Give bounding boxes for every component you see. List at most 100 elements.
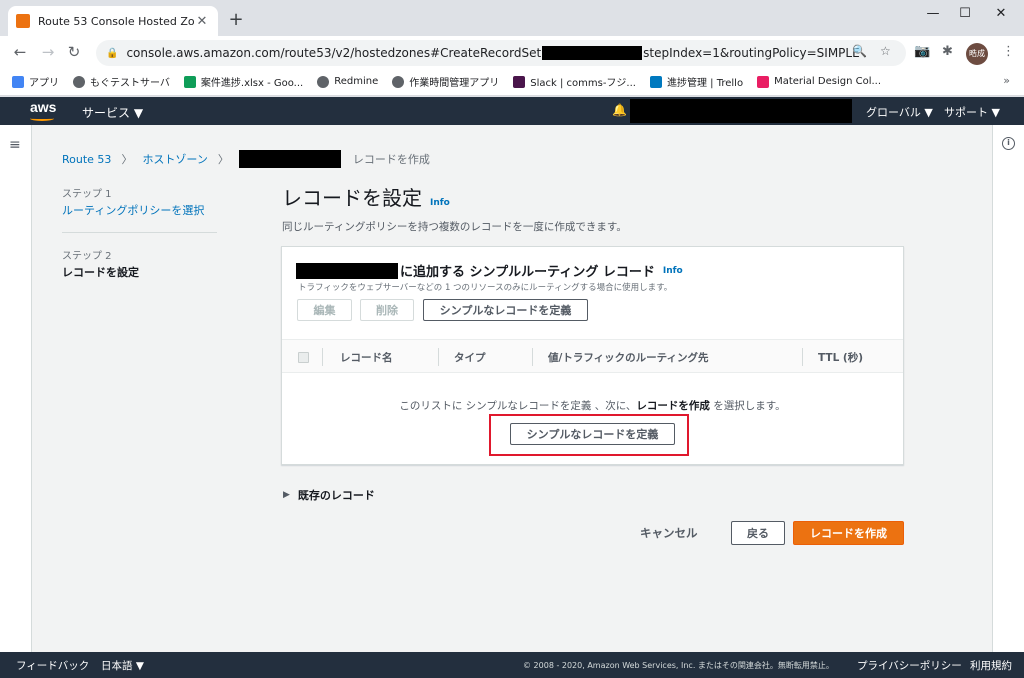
globe-icon [317, 75, 330, 88]
right-help-rail: i [992, 125, 1024, 652]
bookmark-item[interactable]: もぐテストサーバ [73, 74, 170, 89]
address-bar[interactable]: 🔒 console.aws.amazon.com/route53/v2/host… [96, 40, 906, 66]
define-simple-record-center-button[interactable]: シンプルなレコードを定義 [510, 423, 675, 445]
info-icon[interactable]: i [1002, 137, 1015, 150]
console-page: ≡ i Route 53 〉 ホストゾーン 〉 レコードを作成 ステップ 1 ル… [0, 125, 1024, 652]
step-1-link[interactable]: ルーティングポリシーを選択 [62, 202, 222, 218]
column-divider [322, 348, 323, 366]
reload-icon[interactable]: ↻ [64, 42, 84, 62]
existing-records-label: 既存のレコード [297, 489, 375, 502]
bell-icon[interactable]: 🔔 [612, 103, 627, 117]
step-2-number: ステップ 2 [62, 251, 112, 262]
column-ttl[interactable]: TTL (秒) [818, 350, 863, 365]
card-title: に追加する シンプルルーティング レコード Info [296, 261, 683, 280]
star-icon[interactable]: ☆ [880, 44, 891, 58]
breadcrumb: Route 53 〉 ホストゾーン 〉 レコードを作成 [62, 150, 430, 168]
region-menu[interactable]: グローバル ▼ [866, 104, 933, 120]
step-2-current: レコードを設定 [62, 266, 139, 279]
material-icon [757, 75, 770, 88]
forward-icon[interactable]: → [38, 42, 58, 62]
lock-icon: 🔒 [106, 47, 119, 59]
browser-toolbar: ← → ↻ 🔒 console.aws.amazon.com/route53/v… [0, 36, 1024, 68]
bookmark-item[interactable]: Slack | comms-フジ... [513, 74, 636, 89]
console-footer: フィードバック 日本語 ▼ © 2008 - 2020, Amazon Web … [0, 652, 1024, 678]
browser-tabstrip: Route 53 Console Hosted Zones ✕ + — ☐ ✕ [0, 0, 1024, 36]
column-divider [438, 348, 439, 366]
bookmark-item[interactable]: 案件進捗.xlsx - Goo... [183, 74, 303, 89]
redacted-account[interactable] [630, 99, 852, 123]
menu-dots-icon[interactable]: ⋮ [1002, 44, 1015, 59]
chevron-right-icon: 〉 [121, 153, 133, 166]
slack-icon [513, 75, 526, 88]
cancel-button[interactable]: キャンセル [640, 521, 698, 545]
aws-logo[interactable]: aws [30, 99, 56, 115]
redacted-zone-name [296, 262, 398, 279]
card-info-link[interactable]: Info [663, 266, 683, 276]
breadcrumb-current: レコードを作成 [352, 153, 430, 166]
empty-list-message: このリストに シンプルなレコードを定義 、次に、レコードを作成 を選択します。 [399, 400, 786, 412]
delete-button[interactable]: 削除 [360, 299, 414, 321]
close-window-button[interactable]: ✕ [986, 4, 1016, 24]
aws-top-nav: aws サービス ▼ 🔔 グローバル ▼ サポート ▼ [0, 97, 1024, 125]
records-card: に追加する シンプルルーティング レコード Info トラフィックをウェブサーバ… [281, 246, 904, 465]
breadcrumb-redacted-zone[interactable] [238, 150, 341, 168]
bookmark-item[interactable]: Redmine [317, 75, 378, 88]
column-record-name[interactable]: レコード名 [340, 350, 393, 365]
chevron-right-icon: 〉 [217, 153, 229, 166]
tab-title: Route 53 Console Hosted Zones [38, 14, 194, 28]
card-subtitle: トラフィックをウェブサーバーなどの 1 つのリソースのみにルーティングする場合に… [298, 283, 673, 293]
support-menu[interactable]: サポート ▼ [944, 104, 1000, 120]
new-tab-button[interactable]: + [226, 10, 246, 30]
define-simple-record-button[interactable]: シンプルなレコードを定義 [423, 299, 588, 321]
edit-button[interactable]: 編集 [297, 299, 352, 321]
terms-link[interactable]: 利用規約 [970, 658, 1012, 673]
column-value[interactable]: 値/トラフィックのルーティング先 [548, 350, 709, 365]
page-description: 同じルーティングポリシーを持つ複数のレコードを一度に作成できます。 [282, 221, 627, 233]
url-text: console.aws.amazon.com/route53/v2/hosted… [126, 45, 860, 61]
page-title-text: レコードを設定 [282, 186, 422, 210]
search-icon[interactable]: 🔍 [852, 44, 867, 58]
back-button[interactable]: 戻る [731, 521, 785, 545]
column-divider [802, 348, 803, 366]
step-1-number: ステップ 1 [62, 189, 112, 200]
trello-icon [649, 75, 662, 88]
title-info-link[interactable]: Info [430, 198, 450, 208]
privacy-link[interactable]: プライバシーポリシー [857, 658, 962, 673]
caret-right-icon: ▶ [283, 490, 290, 500]
feedback-link[interactable]: フィードバック [16, 658, 89, 673]
back-icon[interactable]: ← [10, 42, 30, 62]
column-type[interactable]: タイプ [454, 350, 486, 365]
bookmark-item[interactable]: Material Design Col... [757, 75, 881, 88]
sheets-icon [183, 75, 196, 88]
browser-tab[interactable]: Route 53 Console Hosted Zones ✕ [8, 6, 218, 36]
aws-favicon-icon [16, 14, 30, 28]
create-records-button[interactable]: レコードを作成 [793, 521, 904, 545]
card-title-text: に追加する シンプルルーティング レコード [400, 265, 655, 280]
records-table-header: レコード名 タイプ 値/トラフィックのルーティング先 TTL (秒) [282, 339, 903, 373]
apps-grid-icon [12, 75, 24, 88]
services-menu[interactable]: サービス ▼ [82, 104, 143, 121]
more-bookmarks-icon[interactable]: » [1003, 74, 1010, 87]
bookmark-apps[interactable]: アプリ [12, 74, 59, 89]
left-nav-rail: ≡ [0, 125, 32, 652]
select-all-checkbox[interactable] [298, 352, 309, 363]
profile-avatar[interactable]: 晧成 [966, 43, 988, 65]
camera-icon[interactable]: 📷 [914, 44, 930, 59]
extensions-icon[interactable]: ✱ [942, 44, 953, 59]
globe-icon [392, 75, 405, 88]
maximize-button[interactable]: ☐ [950, 4, 980, 24]
aws-smile-icon [30, 116, 54, 121]
wizard-steps: ステップ 1 ルーティングポリシーを選択 ステップ 2 レコードを設定 [62, 185, 222, 280]
existing-records-toggle[interactable]: ▶ 既存のレコード [283, 487, 375, 503]
breadcrumb-route53[interactable]: Route 53 [62, 153, 111, 166]
breadcrumb-hosted-zones[interactable]: ホストゾーン [142, 151, 207, 167]
globe-icon [73, 75, 85, 88]
hamburger-menu-icon[interactable]: ≡ [9, 137, 21, 153]
bookmark-item[interactable]: 作業時間管理アプリ [392, 74, 499, 89]
minimize-button[interactable]: — [918, 4, 948, 24]
language-select[interactable]: 日本語 ▼ [101, 658, 144, 673]
step-divider [62, 232, 217, 233]
bookmarks-bar: アプリ もぐテストサーバ 案件進捗.xlsx - Goo... Redmine … [0, 68, 1024, 96]
tab-close-icon[interactable]: ✕ [194, 14, 210, 29]
bookmark-item[interactable]: 進捗管理 | Trello [649, 74, 743, 89]
